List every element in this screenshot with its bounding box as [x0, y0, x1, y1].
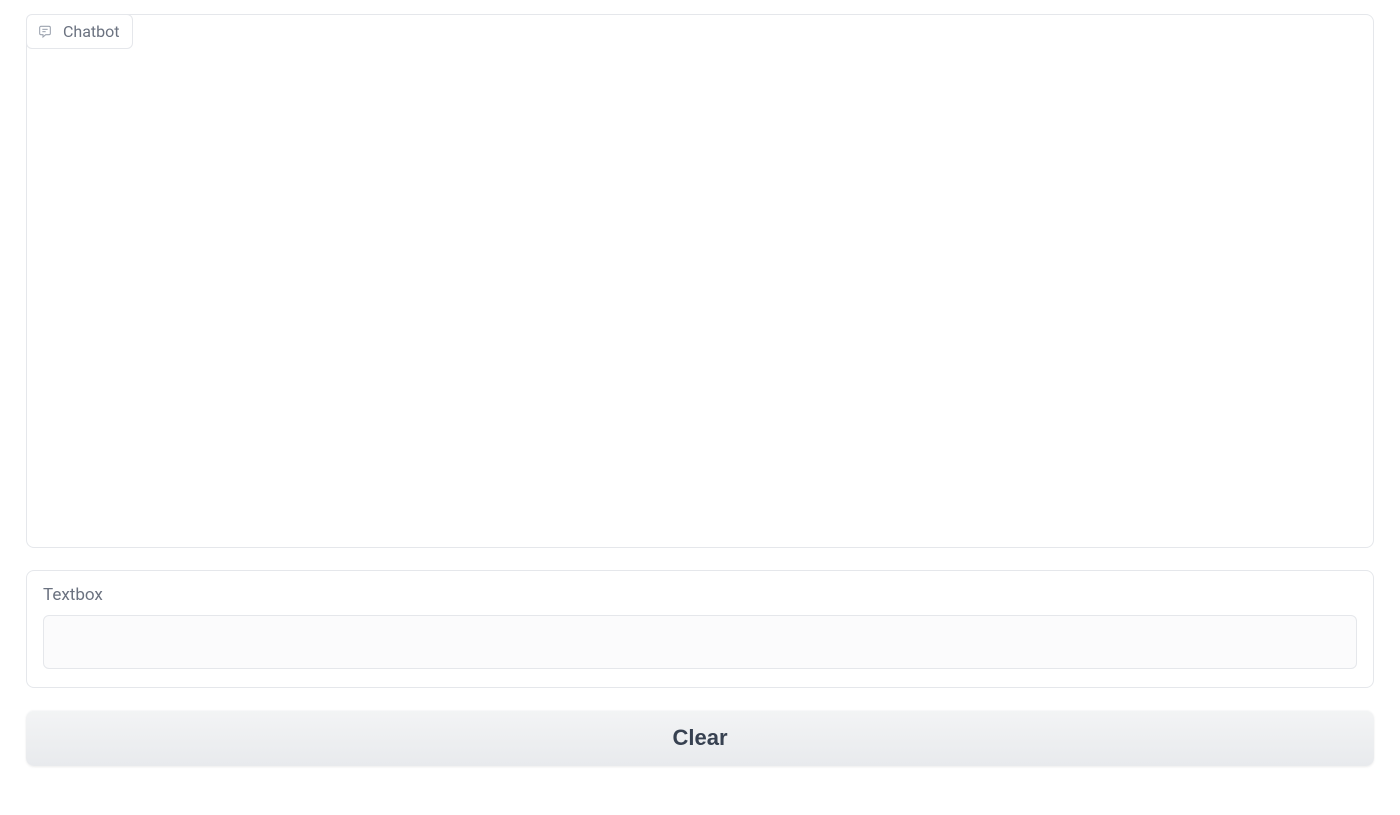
textbox-label: Textbox [43, 585, 1357, 605]
textbox-panel: Textbox [26, 570, 1374, 688]
chatbot-tab: Chatbot [26, 14, 133, 49]
clear-button[interactable]: Clear [26, 710, 1374, 766]
chatbot-tab-label: Chatbot [63, 22, 120, 41]
chat-bubble-icon [37, 24, 53, 40]
chatbot-panel: Chatbot [26, 14, 1374, 548]
textbox-input[interactable] [43, 615, 1357, 669]
clear-button-label: Clear [672, 725, 727, 751]
